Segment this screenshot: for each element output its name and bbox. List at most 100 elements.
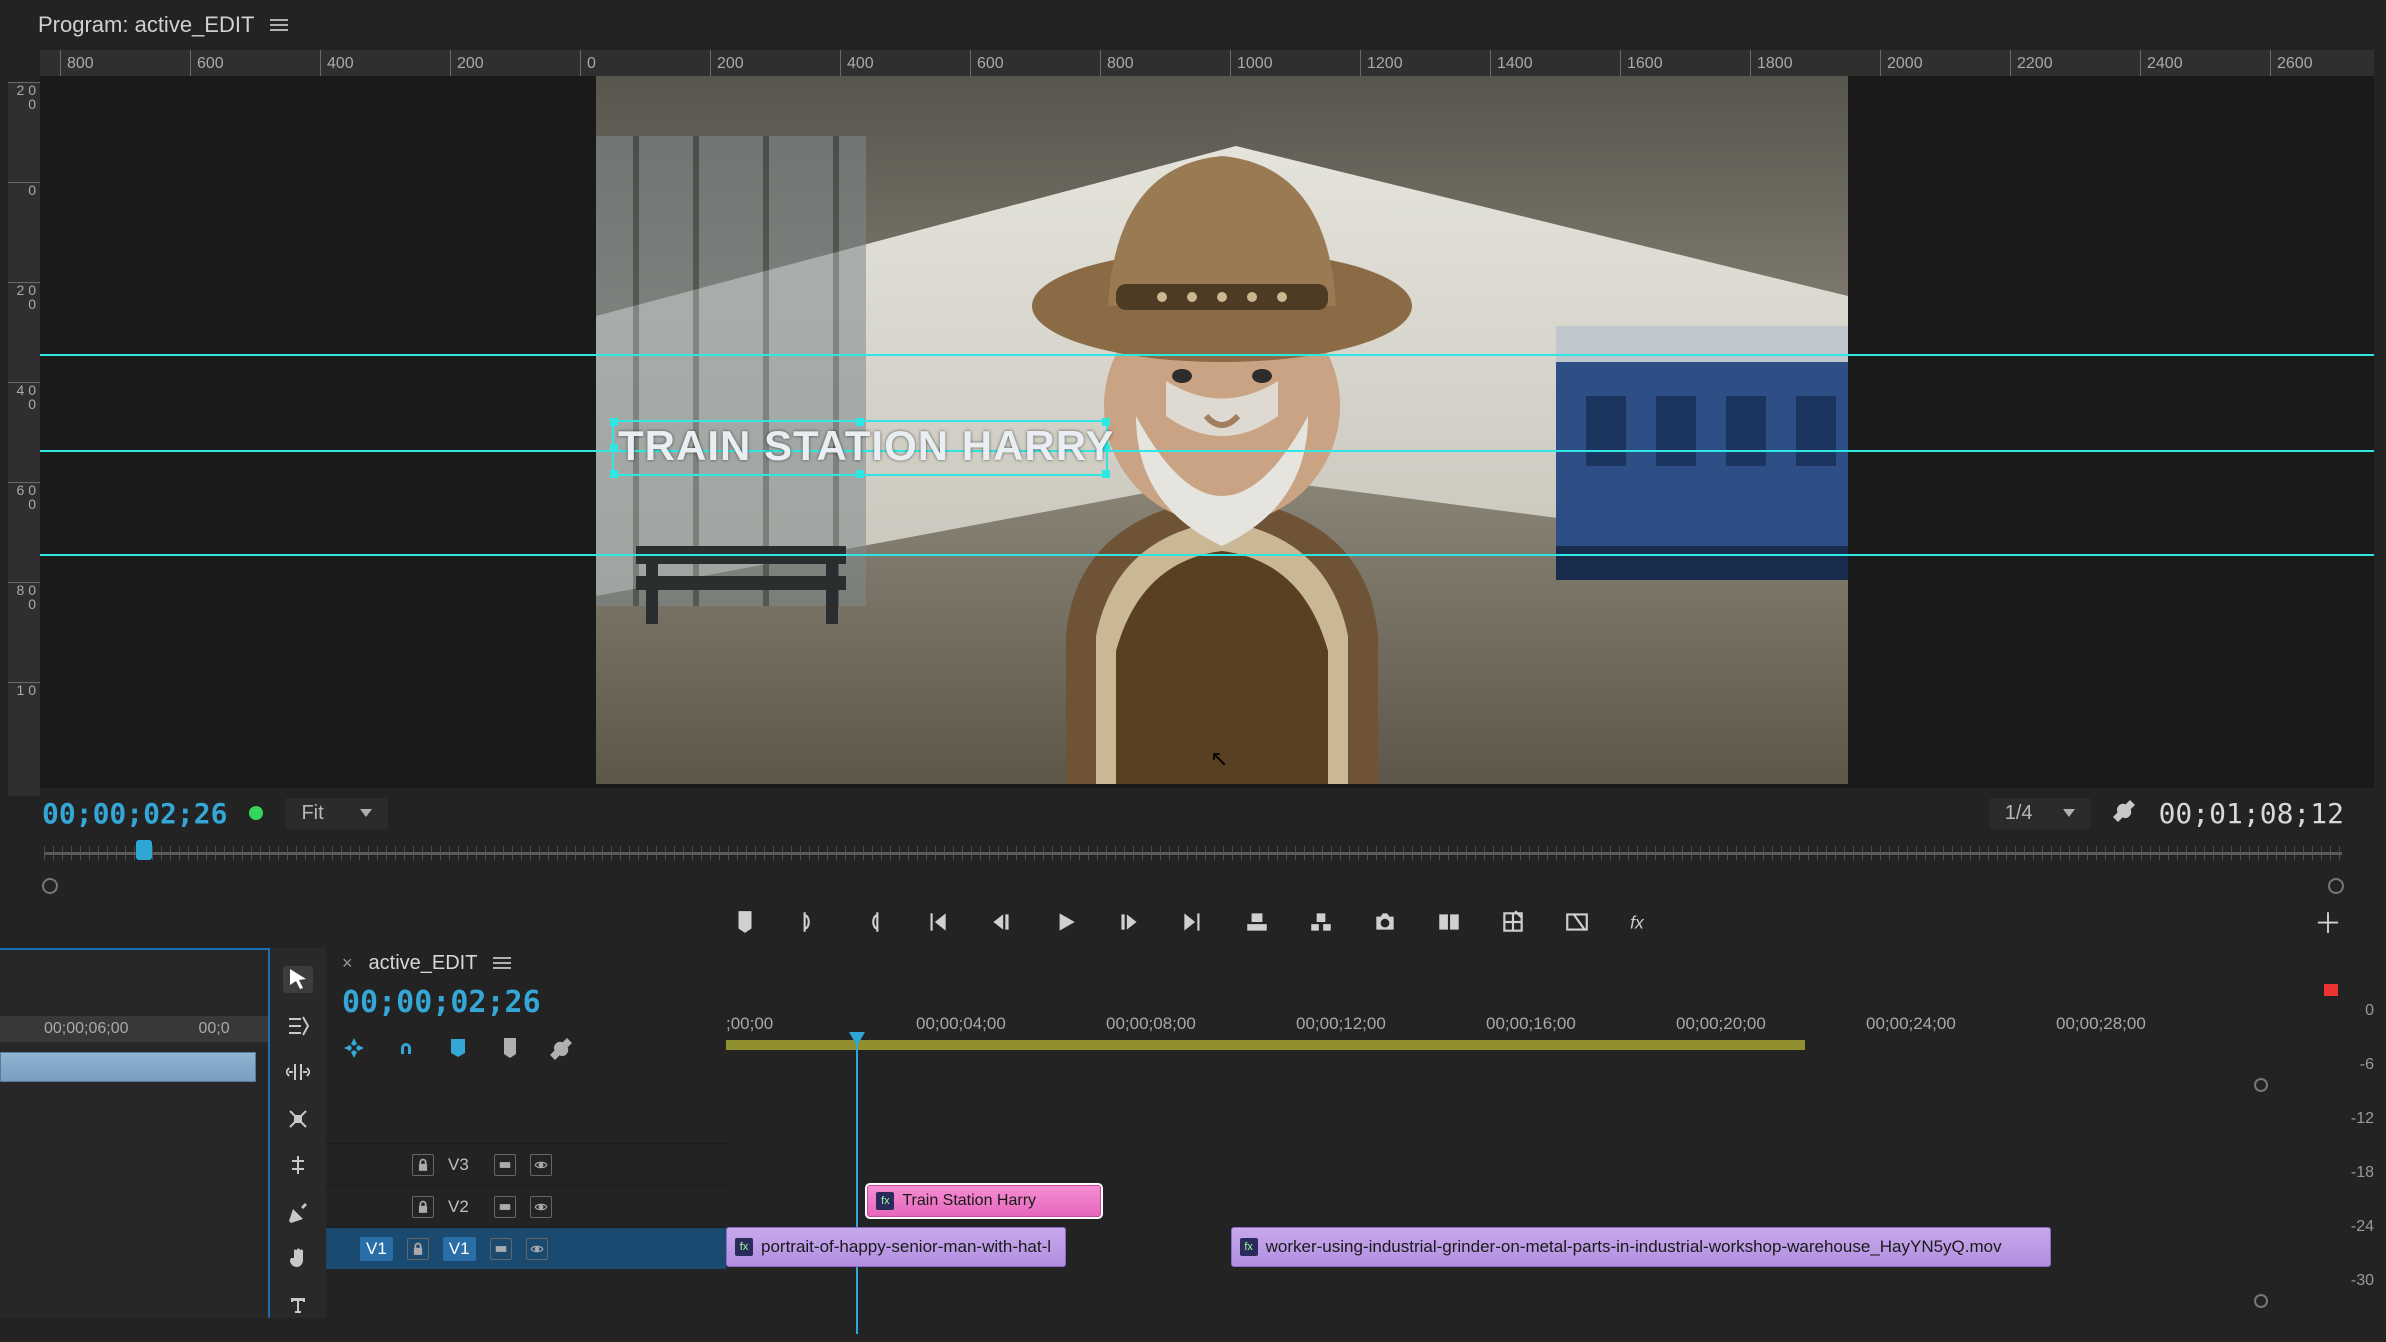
source-tick: 00;0 — [199, 1020, 230, 1038]
playback-resolution-label: 1/4 — [2005, 802, 2033, 825]
comparison-view-button[interactable] — [1562, 907, 1592, 937]
source-ruler[interactable]: 00;00;06;00 00;0 — [0, 1016, 268, 1042]
program-panel-header: Program: active_EDIT — [0, 0, 2386, 50]
lift-button[interactable] — [1242, 907, 1272, 937]
track-lock-toggle[interactable] — [407, 1238, 429, 1260]
panel-menu-icon[interactable] — [270, 19, 288, 31]
program-title: Program: active_EDIT — [38, 12, 254, 38]
program-monitor[interactable]: TRAIN STATION HARRY ↖ — [40, 76, 2374, 788]
guide-line[interactable] — [40, 354, 2374, 356]
program-scrub-bar[interactable] — [44, 838, 2342, 868]
track-select-tool[interactable] — [283, 1013, 313, 1040]
ruler-tick: 800 — [60, 50, 94, 76]
track-header[interactable]: V3 — [326, 1143, 726, 1185]
mark-out-button[interactable] — [858, 907, 888, 937]
settings-wrench-icon[interactable] — [2113, 798, 2137, 829]
track-label[interactable]: V2 — [448, 1197, 480, 1217]
rate-stretch-tool[interactable] — [283, 1106, 313, 1133]
mark-in-button[interactable] — [794, 907, 824, 937]
track-headers: V3 V2 V1 V1 — [326, 1143, 726, 1269]
timeline-timecode[interactable]: 00;00;02;26 — [342, 985, 541, 1020]
track-header[interactable]: V2 — [326, 1185, 726, 1227]
step-forward-button[interactable] — [1114, 907, 1144, 937]
track-label[interactable]: V3 — [448, 1155, 480, 1175]
ruler-tick: 1200 — [1360, 50, 1403, 76]
timeline-tick: 00;00;16;00 — [1486, 1014, 1576, 1034]
playback-resolution-select[interactable]: 1/4 — [1989, 798, 2091, 829]
program-zoom-scrollbar[interactable] — [44, 874, 2342, 892]
razor-tool[interactable] — [283, 1152, 313, 1179]
sequence-tab[interactable]: × active_EDIT — [326, 948, 2276, 978]
close-icon[interactable]: × — [342, 953, 353, 974]
timeline-tick: 00;00;24;00 — [1866, 1014, 1956, 1034]
audio-meters: 0-6-12-18-24-30 — [2276, 948, 2386, 1318]
mouse-cursor-icon: ↖ — [1210, 746, 1228, 772]
add-marker-button[interactable] — [730, 907, 760, 937]
guide-line[interactable] — [40, 450, 2374, 452]
track-header[interactable]: V1 V1 — [326, 1227, 726, 1269]
track-lock-toggle[interactable] — [412, 1196, 434, 1218]
track-lock-toggle[interactable] — [412, 1154, 434, 1176]
zoom-fit-select[interactable]: Fit — [285, 798, 387, 829]
ripple-edit-tool[interactable] — [283, 1059, 313, 1086]
insert-button[interactable] — [1434, 907, 1464, 937]
track-output-toggle[interactable] — [530, 1154, 552, 1176]
timeline-marker-icon[interactable] — [498, 1036, 524, 1062]
play-button[interactable] — [1050, 907, 1080, 937]
dropped-frame-indicator — [249, 806, 263, 820]
fx-button[interactable]: fx — [1626, 907, 1656, 937]
meter-db-label: -12 — [2351, 1110, 2374, 1128]
sync-lock-toggle[interactable] — [494, 1196, 516, 1218]
fx-badge-icon: fx — [876, 1192, 894, 1210]
pen-tool[interactable] — [283, 1199, 313, 1226]
step-back-button[interactable] — [986, 907, 1016, 937]
add-marker-toggle[interactable] — [446, 1036, 472, 1062]
track-label[interactable]: V1 — [443, 1237, 476, 1261]
linked-selection-toggle[interactable] — [394, 1036, 420, 1062]
panel-menu-icon[interactable] — [493, 957, 511, 969]
export-frame-button[interactable] — [1370, 907, 1400, 937]
overlay-title-text[interactable]: TRAIN STATION HARRY — [618, 422, 1115, 470]
current-timecode[interactable]: 00;00;02;26 — [42, 797, 227, 830]
work-area-bar[interactable] — [726, 1040, 1805, 1050]
timeline-playhead[interactable] — [856, 1034, 858, 1334]
video-clip[interactable]: fxportrait-of-happy-senior-man-with-hat-… — [726, 1227, 1066, 1267]
button-editor-add-icon[interactable]: ＋ — [2314, 902, 2342, 942]
type-tool[interactable] — [283, 1292, 313, 1319]
ruler-tick: 2400 — [2140, 50, 2183, 76]
timeline-ruler[interactable]: ;00;0000;00;04;0000;00;08;0000;00;12;000… — [726, 1014, 2246, 1074]
overwrite-button[interactable] — [1498, 907, 1528, 937]
goto-in-button[interactable] — [922, 907, 952, 937]
duration-timecode: 00;01;08;12 — [2159, 797, 2344, 830]
timeline-settings-icon[interactable] — [550, 1036, 576, 1062]
svg-text:fx: fx — [1630, 913, 1645, 933]
ruler-tick: 2 0 0 — [8, 82, 40, 111]
v-scroll-handle[interactable] — [2254, 1078, 2268, 1092]
horizontal-ruler[interactable]: 8006004002000200400600800100012001400160… — [40, 50, 2374, 76]
scrub-playhead[interactable] — [136, 840, 152, 860]
chevron-down-icon — [360, 809, 372, 817]
ruler-tick: 800 — [1100, 50, 1134, 76]
track-output-toggle[interactable] — [526, 1238, 548, 1260]
extract-button[interactable] — [1306, 907, 1336, 937]
video-clip[interactable]: fxworker-using-industrial-grinder-on-met… — [1231, 1227, 2052, 1267]
ruler-tick: 8 0 0 — [8, 582, 40, 611]
clip-indicator — [2324, 984, 2338, 996]
selection-tool[interactable] — [283, 966, 313, 993]
hand-tool[interactable] — [283, 1245, 313, 1272]
track-output-toggle[interactable] — [530, 1196, 552, 1218]
title-clip[interactable]: fxTrain Station Harry — [867, 1185, 1101, 1217]
v-scroll-handle[interactable] — [2254, 1294, 2268, 1308]
source-clip-bar[interactable] — [0, 1052, 256, 1082]
ruler-tick: 200 — [450, 50, 484, 76]
ruler-tick: 2200 — [2010, 50, 2053, 76]
vertical-ruler[interactable]: 2 0 002 0 04 0 06 0 08 0 01 0 — [8, 82, 40, 796]
guide-line[interactable] — [40, 554, 2374, 556]
snap-toggle[interactable] — [342, 1036, 368, 1062]
ruler-tick: 2 0 0 — [8, 282, 40, 311]
goto-out-button[interactable] — [1178, 907, 1208, 937]
source-patch[interactable]: V1 — [360, 1237, 393, 1261]
sync-lock-toggle[interactable] — [494, 1154, 516, 1176]
sync-lock-toggle[interactable] — [490, 1238, 512, 1260]
fx-badge-icon: fx — [1240, 1238, 1258, 1256]
